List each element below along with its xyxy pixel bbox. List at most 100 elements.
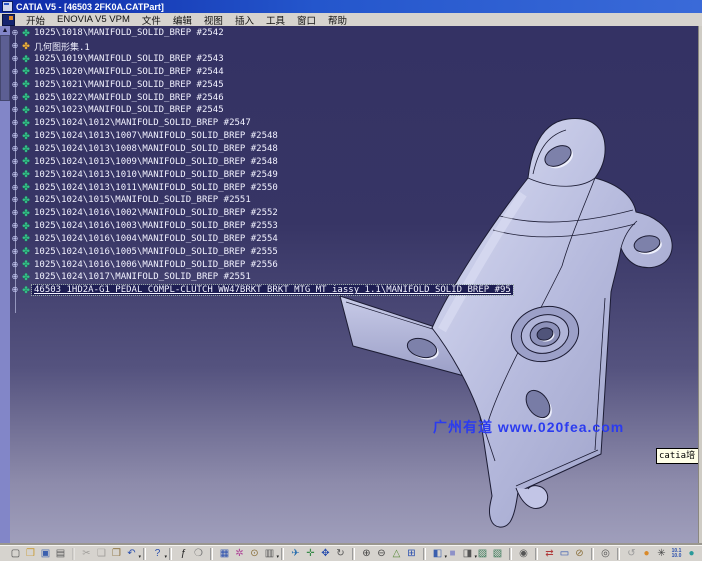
tree-item-label: 1025\1024\1016\1005\MANIFOLD_SOLID_BREP …: [32, 247, 280, 257]
undo-icon[interactable]: ↶: [124, 547, 139, 561]
tree-item-label: 1025\1022\MANIFOLD_SOLID_BREP #2546: [32, 93, 226, 103]
normal-view-icon[interactable]: △: [389, 547, 404, 561]
iso-view-icon[interactable]: ◧: [430, 547, 445, 561]
swap-visible-icon[interactable]: ⇄: [542, 547, 557, 561]
tree-scrollbar[interactable]: ▲: [0, 26, 10, 545]
fly-icon[interactable]: ✈: [288, 547, 303, 561]
tree-node-icon[interactable]: ⊕: [10, 68, 20, 76]
tree-node-icon[interactable]: ⊕: [10, 248, 20, 256]
tree-item[interactable]: ⊕ ✤ 1025\1024\1013\1011\MANIFOLD_SOLID_B…: [10, 181, 513, 194]
tree-item[interactable]: ⊕ ✤ 几何图形集.1: [10, 40, 513, 53]
tree-item[interactable]: ⊕ ✤ 1025\1024\1016\1006\MANIFOLD_SOLID_B…: [10, 258, 513, 271]
tree-item[interactable]: ⊕ ✤ 1025\1024\1013\1009\MANIFOLD_SOLID_B…: [10, 155, 513, 168]
menu-item[interactable]: 视图: [198, 13, 229, 27]
camera-mode-icon[interactable]: ◉: [516, 547, 531, 561]
render-style-icon[interactable]: ▧: [490, 547, 505, 561]
tree-node-icon[interactable]: ⊕: [10, 209, 20, 217]
tree-item[interactable]: ⊕ ✤ 1025\1021\MANIFOLD_SOLID_BREP #2545: [10, 78, 513, 91]
zoom-in-icon[interactable]: ⊕: [359, 547, 374, 561]
tree-node-icon[interactable]: ⊕: [10, 222, 20, 230]
tree-item[interactable]: ⊕ ✤ 1025\1020\MANIFOLD_SOLID_BREP #2544: [10, 66, 513, 79]
menu-item[interactable]: 窗口: [291, 13, 322, 27]
menu-item[interactable]: 工具: [260, 13, 291, 27]
tree-node-icon[interactable]: ⊕: [10, 145, 20, 153]
tree-item[interactable]: ⊕ ✤ 1025\1024\1016\1002\MANIFOLD_SOLID_B…: [10, 207, 513, 220]
capture-icon[interactable]: ◎: [598, 547, 613, 561]
tree-node-icon[interactable]: ⊕: [10, 29, 20, 37]
open-folder-icon[interactable]: ❒: [23, 547, 38, 561]
menu-item[interactable]: 编辑: [167, 13, 198, 27]
formula-icon[interactable]: ƒ: [176, 547, 191, 561]
tree-node-icon[interactable]: ⊕: [10, 196, 20, 204]
tree-item[interactable]: ⊕ ✤ 1025\1024\1016\1003\MANIFOLD_SOLID_B…: [10, 220, 513, 233]
scrollbar-thumb[interactable]: [0, 35, 10, 101]
title-bar[interactable]: CATIA V5 - [46503 2FK0A.CATPart]: [0, 0, 702, 13]
cut-icon[interactable]: ✂: [79, 547, 94, 561]
structure-icon[interactable]: ✲: [232, 547, 247, 561]
tree-item[interactable]: ⊕ ✤ 1025\1024\1013\1007\MANIFOLD_SOLID_B…: [10, 130, 513, 143]
lock-view-icon[interactable]: ⊘: [572, 547, 587, 561]
scroll-up-icon[interactable]: ▲: [0, 26, 10, 35]
tree-item[interactable]: ⊕ ✤ 1025\1024\1016\1005\MANIFOLD_SOLID_B…: [10, 245, 513, 258]
multi-view-icon[interactable]: ⊞: [404, 547, 419, 561]
catia-window: CATIA V5 - [46503 2FK0A.CATPart] 开始 ENOV…: [0, 0, 702, 561]
tree-item[interactable]: ⊕ ✤ 1025\1024\1016\1004\MANIFOLD_SOLID_B…: [10, 233, 513, 246]
tree-node-icon[interactable]: ⊕: [10, 132, 20, 140]
globe-icon[interactable]: ●: [639, 547, 654, 561]
zoom-out-icon[interactable]: ⊖: [374, 547, 389, 561]
tool-icon: ❐: [112, 547, 121, 561]
tree-item[interactable]: ⊕ ✤ 1025\1024\1015\MANIFOLD_SOLID_BREP #…: [10, 194, 513, 207]
tree-node-icon[interactable]: ⊕: [10, 106, 20, 114]
layers-icon[interactable]: ▥: [262, 547, 277, 561]
viewport-3d[interactable]: 广州有道 www.020fea.com ⊕ ✤ 1025\1018\MANIFO…: [0, 26, 699, 545]
menu-item[interactable]: ENOVIA V5 VPM: [51, 14, 136, 25]
menu-bar: 开始 ENOVIA V5 VPM 文件 编辑 视图 插入 工具 窗口 帮助: [0, 13, 702, 27]
tree-item[interactable]: ⊕ ✤ 1025\1018\MANIFOLD_SOLID_BREP #2542: [10, 27, 513, 40]
shaded-view-icon[interactable]: ■: [445, 547, 460, 561]
tree-node-icon[interactable]: ⊕: [10, 171, 20, 179]
pan-icon[interactable]: ✥: [318, 547, 333, 561]
tree-item[interactable]: ⊕ ✤ 46503 1HD2A-G1 PEDAL COMPL-CLUTCH WW…: [10, 284, 513, 297]
tree-node-icon[interactable]: ⊕: [10, 158, 20, 166]
tree-item[interactable]: ⊕ ✤ 1025\1024\1012\MANIFOLD_SOLID_BREP #…: [10, 117, 513, 130]
tree-item[interactable]: ⊕ ✤ 1025\1024\1013\1008\MANIFOLD_SOLID_B…: [10, 143, 513, 156]
wireframe-view-icon[interactable]: ◨: [460, 547, 475, 561]
tree-item[interactable]: ⊕ ✤ 1025\1024\1013\1010\MANIFOLD_SOLID_B…: [10, 168, 513, 181]
tree-node-icon[interactable]: ⊕: [10, 261, 20, 269]
grid-values[interactable]: 10.1 10.0: [669, 547, 684, 561]
part-body-icon[interactable]: ●: [684, 547, 699, 561]
tree-node-icon[interactable]: ⊕: [10, 119, 20, 127]
menu-item[interactable]: 帮助: [322, 13, 353, 27]
menu-item[interactable]: 开始: [20, 13, 51, 27]
menu-item[interactable]: 文件: [136, 13, 167, 27]
new-file-icon[interactable]: ▢: [8, 547, 23, 561]
tree-item[interactable]: ⊕ ✤ 1025\1023\MANIFOLD_SOLID_BREP #2545: [10, 104, 513, 117]
paste-icon[interactable]: ❐: [109, 547, 124, 561]
lock-icon[interactable]: ⊙: [247, 547, 262, 561]
tree-node-icon[interactable]: ⊕: [10, 184, 20, 192]
tree-node-icon[interactable]: ⊕: [10, 55, 20, 63]
rotate-icon[interactable]: ↻: [333, 547, 348, 561]
apply-material-icon[interactable]: ▨: [475, 547, 490, 561]
tree-item-label: 1025\1024\1017\MANIFOLD_SOLID_BREP #2551: [32, 272, 253, 282]
refresh-icon[interactable]: ↺: [624, 547, 639, 561]
axis-icon[interactable]: ✳: [654, 547, 669, 561]
print-icon[interactable]: ▤: [53, 547, 68, 561]
tree-node-icon[interactable]: ⊕: [10, 94, 20, 102]
tree-item[interactable]: ⊕ ✤ 1025\1022\MANIFOLD_SOLID_BREP #2546: [10, 91, 513, 104]
tree-node-icon[interactable]: ⊕: [10, 235, 20, 243]
tree-item[interactable]: ⊕ ✤ 1025\1024\1017\MANIFOLD_SOLID_BREP #…: [10, 271, 513, 284]
tree-item[interactable]: ⊕ ✤ 1025\1019\MANIFOLD_SOLID_BREP #2543: [10, 53, 513, 66]
comment-icon[interactable]: ❍: [191, 547, 206, 561]
tree-node-icon[interactable]: ⊕: [10, 273, 20, 281]
tree-node-icon[interactable]: ⊕: [10, 286, 20, 294]
menu-item[interactable]: 插入: [229, 13, 260, 27]
save-icon[interactable]: ▣: [38, 547, 53, 561]
tree-node-icon[interactable]: ⊕: [10, 42, 20, 50]
fit-all-icon[interactable]: ✛: [303, 547, 318, 561]
copy-icon[interactable]: ❑: [94, 547, 109, 561]
screen-icon[interactable]: ▭: [557, 547, 572, 561]
table-icon[interactable]: ▦: [217, 547, 232, 561]
whats-this-icon[interactable]: ?: [150, 547, 165, 561]
tree-node-icon[interactable]: ⊕: [10, 81, 20, 89]
